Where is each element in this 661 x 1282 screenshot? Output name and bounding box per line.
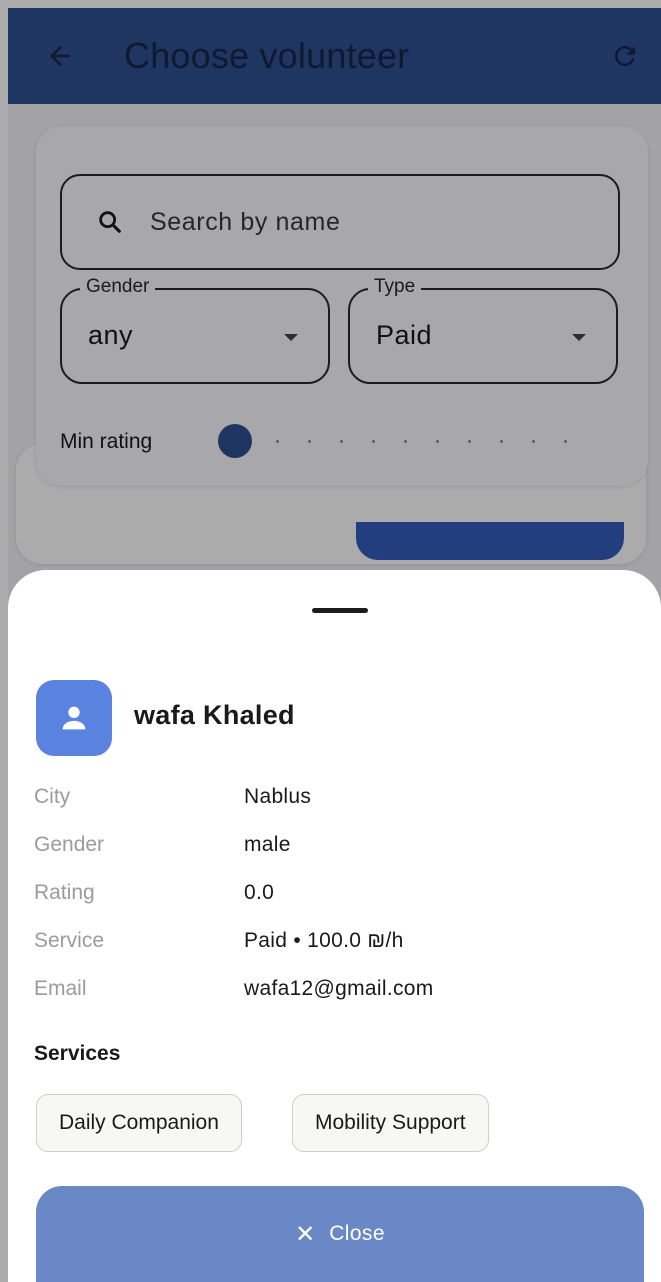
type-dropdown[interactable]: Type Paid xyxy=(348,276,618,384)
search-input[interactable]: Search by name xyxy=(60,174,620,270)
min-rating-label: Min rating xyxy=(60,430,153,453)
slider-tick xyxy=(308,440,311,443)
slider-tick xyxy=(500,440,503,443)
volunteer-bottom-sheet: wafa Khaled City Nablus Gender male Rati… xyxy=(8,570,661,1282)
slider-tick xyxy=(532,440,535,443)
detail-row-service: Service Paid • 100.0 ₪/h xyxy=(34,926,404,956)
chevron-down-icon xyxy=(284,334,298,341)
detail-value: 0.0 xyxy=(244,881,275,904)
search-placeholder: Search by name xyxy=(150,207,341,236)
detail-key: Gender xyxy=(34,833,105,856)
close-button[interactable]: ✕ Close xyxy=(36,1186,644,1282)
type-value: Paid xyxy=(376,320,433,350)
slider-tick xyxy=(468,440,471,443)
detail-key: Service xyxy=(34,929,105,952)
slider-tick xyxy=(276,440,279,443)
gender-label: Gender xyxy=(80,276,156,298)
slider-tick xyxy=(340,440,343,443)
detail-row-gender: Gender male xyxy=(34,830,291,860)
card-action-button[interactable] xyxy=(356,522,624,560)
refresh-button[interactable] xyxy=(595,26,655,86)
page-title: Choose volunteer xyxy=(124,35,410,76)
detail-key: City xyxy=(34,785,71,808)
rating-slider-thumb[interactable] xyxy=(218,424,252,458)
refresh-icon xyxy=(614,45,635,66)
detail-row-rating: Rating 0.0 xyxy=(34,878,274,908)
close-icon: ✕ xyxy=(295,1220,316,1248)
app-bar: Choose volunteer xyxy=(8,8,661,104)
slider-tick xyxy=(436,440,439,443)
drag-handle[interactable] xyxy=(312,608,368,613)
gender-value: any xyxy=(88,320,134,350)
close-button-label: Close xyxy=(329,1222,385,1245)
detail-value: Paid • 100.0 ₪/h xyxy=(244,929,404,952)
detail-key: Email xyxy=(34,977,87,1000)
slider-tick xyxy=(372,440,375,443)
detail-value: Nablus xyxy=(244,785,312,808)
services-heading: Services xyxy=(34,1042,121,1065)
back-button[interactable] xyxy=(30,26,90,86)
service-chip[interactable]: Daily Companion xyxy=(36,1094,242,1152)
avatar xyxy=(36,680,112,756)
type-label: Type xyxy=(368,276,422,298)
detail-value: male xyxy=(244,833,291,856)
arrow-left-icon xyxy=(50,46,70,66)
chevron-down-icon xyxy=(572,334,586,341)
slider-tick xyxy=(564,440,567,443)
detail-value: wafa12@gmail.com xyxy=(244,977,434,1000)
rating-slider-track[interactable] xyxy=(220,440,590,444)
detail-row-email: Email wafa12@gmail.com xyxy=(34,974,434,1004)
person-icon xyxy=(62,706,86,730)
slider-tick xyxy=(404,440,407,443)
service-chip[interactable]: Mobility Support xyxy=(292,1094,489,1152)
detail-key: Rating xyxy=(34,881,95,904)
search-icon xyxy=(90,202,130,242)
filter-panel: Search by name Gender any Type Paid Min … xyxy=(36,126,648,486)
volunteer-name: wafa Khaled xyxy=(134,700,295,730)
gender-dropdown[interactable]: Gender any xyxy=(60,276,330,384)
detail-row-city: City Nablus xyxy=(34,782,311,812)
